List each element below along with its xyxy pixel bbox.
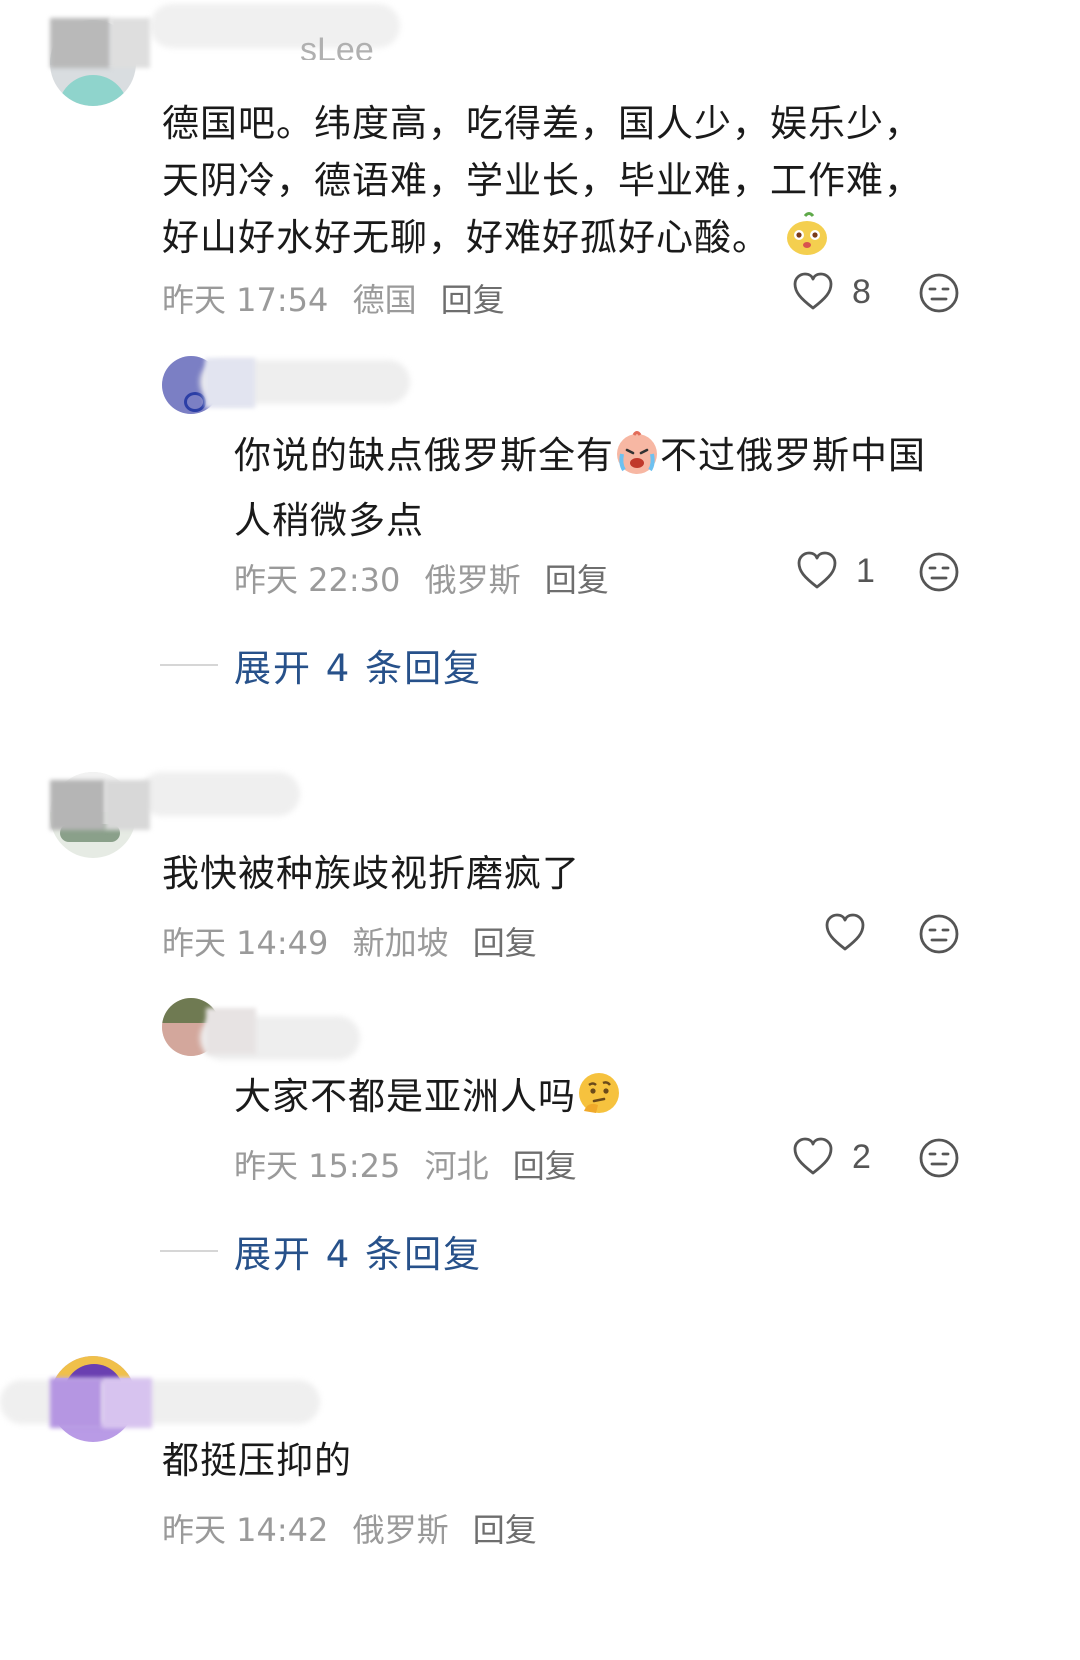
like-count: 2	[852, 1137, 871, 1176]
reply-button[interactable]: 回复	[473, 1511, 537, 1549]
comment-location: 俄罗斯	[352, 1511, 449, 1549]
like-count: 8	[852, 272, 871, 311]
comment-text-line: 德国吧。纬度高，吃得差，国人少，娱乐少，	[162, 102, 922, 145]
neutral-face-icon	[919, 273, 959, 313]
comment-location: 河北	[424, 1147, 489, 1185]
comment-text-segment: 大家不都是亚洲人吗	[234, 1075, 576, 1118]
heart-icon	[797, 551, 837, 589]
like-button[interactable]	[824, 913, 866, 953]
comment-location: 俄罗斯	[424, 561, 521, 599]
comment-time: 昨天 15:25	[234, 1147, 401, 1185]
username-blurred-cell	[205, 358, 255, 408]
comment-meta: 昨天 14:42 俄罗斯 回复	[162, 1505, 537, 1551]
comment-meta: 昨天 15:25 河北 回复	[234, 1141, 577, 1187]
reply-button[interactable]: 回复	[441, 281, 505, 319]
neutral-face-icon	[919, 914, 959, 954]
comment-location: 德国	[352, 281, 417, 319]
expand-replies-button[interactable]: 展开 4 条回复	[160, 638, 482, 692]
comment-meta: 昨天 17:54 德国 回复	[162, 275, 505, 321]
comment-text-line: 都挺压抑的	[162, 1439, 352, 1482]
username-blurred-cell	[105, 780, 150, 830]
comment-time: 昨天 17:54	[162, 281, 329, 319]
dislike-button[interactable]	[918, 913, 960, 959]
comment-text-line: 你说的缺点俄罗斯全有 不过俄罗斯中国	[234, 427, 994, 492]
heart-icon	[793, 1137, 833, 1175]
comment-text-line: 天阴冷，德语难，学业长，毕业难，工作难，	[162, 159, 922, 202]
comment-time: 昨天 14:42	[162, 1511, 329, 1549]
thinking-face-emoji	[576, 1071, 622, 1133]
like-button[interactable]: 8	[792, 272, 871, 312]
comment-text: 德国吧。纬度高，吃得差，国人少，娱乐少， 天阴冷，德语难，学业长，毕业难，工作难…	[162, 95, 982, 274]
username-blurred[interactable]	[0, 1380, 320, 1424]
comment-location: 新加坡	[352, 924, 449, 962]
comment-meta: 昨天 14:49 新加坡 回复	[162, 918, 537, 964]
comment-text: 我快被种族歧视折磨疯了	[162, 845, 982, 902]
expand-replies-button[interactable]: 展开 4 条回复	[160, 1224, 482, 1278]
comment-text-segment: 好山好水好无聊，好难好孤好心酸。	[162, 216, 770, 259]
comment-text-line: 我快被种族歧视折磨疯了	[162, 852, 580, 895]
expand-replies-label: 展开 4 条回复	[234, 647, 483, 690]
username-blurred-cell	[50, 18, 110, 68]
comment-text-line: 人稍微多点	[234, 499, 424, 542]
username-blurred-cell	[110, 18, 150, 68]
reply-button[interactable]: 回复	[513, 1147, 577, 1185]
username-blurred-cell	[50, 780, 105, 830]
crying-face-emoji	[614, 430, 660, 492]
username-blurred-cell	[102, 1378, 152, 1428]
comment-text-line: 大家不都是亚洲人吗	[234, 1068, 994, 1133]
comment-text: 大家不都是亚洲人吗	[234, 1068, 994, 1133]
reply-button[interactable]: 回复	[473, 924, 537, 962]
heart-icon	[793, 272, 833, 310]
comment-meta: 昨天 22:30 俄罗斯 回复	[234, 555, 609, 601]
username-blurred-cell	[50, 1378, 102, 1428]
reply-button[interactable]: 回复	[545, 561, 609, 599]
comment-text: 都挺压抑的	[162, 1432, 982, 1489]
divider	[160, 664, 218, 666]
expand-replies-label: 展开 4 条回复	[234, 1233, 483, 1276]
neutral-face-icon	[919, 1138, 959, 1178]
dislike-button[interactable]	[918, 272, 960, 318]
comment-time: 昨天 22:30	[234, 561, 401, 599]
comment-text-segment: 不过俄罗斯中国	[660, 434, 926, 477]
heart-icon	[825, 913, 865, 951]
comment-text-segment: 你说的缺点俄罗斯全有	[234, 434, 614, 477]
comment-time: 昨天 14:49	[162, 924, 329, 962]
divider	[160, 1250, 218, 1252]
username-suffix: sLee	[300, 31, 374, 60]
dislike-button[interactable]	[918, 551, 960, 597]
dislike-button[interactable]	[918, 1137, 960, 1183]
comment-text-line: 好山好水好无聊，好难好孤好心酸。	[162, 209, 982, 274]
like-button[interactable]: 1	[796, 551, 875, 591]
neutral-face-icon	[919, 552, 959, 592]
username-blurred[interactable]	[140, 772, 300, 816]
like-button[interactable]: 2	[792, 1137, 871, 1177]
like-count: 1	[856, 551, 875, 590]
username-blurred-cell	[206, 1008, 256, 1054]
comment-text: 你说的缺点俄罗斯全有 不过俄罗斯中国 人稍微多点	[234, 427, 994, 549]
cute-face-emoji	[783, 210, 831, 274]
